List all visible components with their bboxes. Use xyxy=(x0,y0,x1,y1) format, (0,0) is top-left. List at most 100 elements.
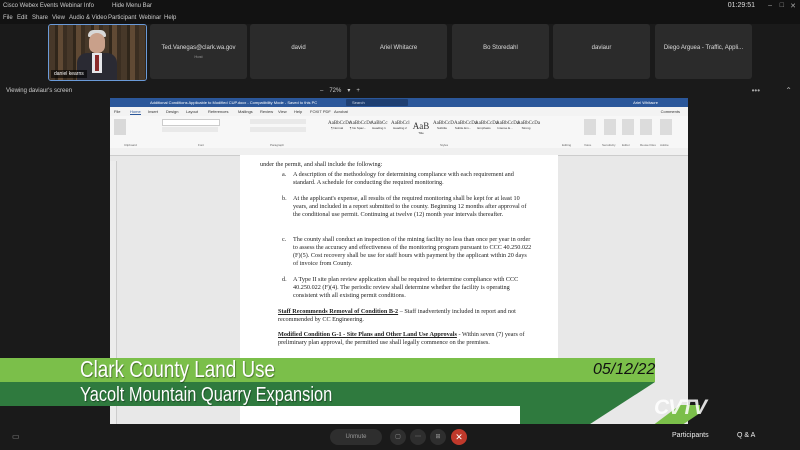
style-gallery-item[interactable]: AaBbCcDa Intense E... xyxy=(496,121,519,136)
style-gallery-item[interactable]: AaBbCcDc ¶ Normal xyxy=(328,121,351,136)
word-user-name: Ariel Whitacre xyxy=(633,100,658,105)
style-label: Heading 2 xyxy=(393,126,407,130)
tab-review[interactable]: Review xyxy=(260,109,273,114)
tab-view[interactable]: View xyxy=(278,109,287,114)
more-options-icon[interactable]: ••• xyxy=(752,86,760,95)
apps-icon[interactable]: ⊞ xyxy=(430,429,446,445)
share-toolbar: Viewing daviaur's screen – 72% ▾ + ••• ⌃ xyxy=(0,86,800,98)
paragraph-b: At the applicant's expense, all results … xyxy=(293,195,527,218)
unmute-label: Unmute xyxy=(345,434,367,440)
participant-video-tile[interactable]: daniel kearns xyxy=(48,24,147,81)
paragraph-d: A Type II site plan review application s… xyxy=(293,276,519,299)
tab-file[interactable]: File xyxy=(114,109,120,114)
list-marker: c. xyxy=(282,236,287,243)
ribbon-group-label: Font xyxy=(198,143,205,147)
webinar-info-button[interactable]: Webinar Info xyxy=(60,3,94,9)
list-marker: b. xyxy=(282,195,287,202)
style-gallery-item[interactable]: AaBbCcDa Subtle Em... xyxy=(454,121,477,136)
menu-item-help[interactable]: Help xyxy=(164,15,176,21)
tab-foxit-pdf[interactable]: FOXIT PDF xyxy=(310,109,331,114)
participant-tile[interactable]: Ted.Vanegas@clark.wa.gov Host xyxy=(150,24,247,79)
style-gallery-item[interactable]: AaBbCcDc ¶ No Spac... xyxy=(349,121,372,136)
word-search-placeholder: Search xyxy=(352,100,365,105)
viewing-label: Viewing daviaur's screen xyxy=(6,88,73,94)
style-label: Subtitle xyxy=(436,126,447,130)
app-name: Cisco Webex Events xyxy=(3,3,59,9)
menu-item-file[interactable]: File xyxy=(3,15,13,21)
participant-strip: daniel kearns Ted.Vanegas@clark.wa.gov H… xyxy=(0,24,800,84)
tab-mailings[interactable]: Mailings xyxy=(238,109,253,114)
tab-help[interactable]: Help xyxy=(294,109,302,114)
zoom-level[interactable]: 72% xyxy=(329,88,341,94)
participant-name: daviaur xyxy=(591,45,612,51)
tab-home[interactable]: Home xyxy=(130,109,141,115)
ribbon-group-label: Paragraph xyxy=(270,143,285,147)
paragraph-modified: Modified Condition G-1 - Site Plans and … xyxy=(278,331,543,347)
participant-tile[interactable]: Ariel Whitacre xyxy=(350,24,447,79)
maximize-icon[interactable]: □ xyxy=(780,2,784,9)
participant-tile[interactable]: daviaur xyxy=(553,24,650,79)
participant-name: Ariel Whitacre xyxy=(379,45,418,51)
style-gallery-item[interactable]: AaBbCcD Subtitle xyxy=(433,121,454,136)
style-label: Heading 1 xyxy=(372,126,386,130)
ribbon-group-label: Adobe xyxy=(660,143,669,147)
tab-insert[interactable]: Insert xyxy=(148,109,158,114)
style-label: Title xyxy=(418,131,424,135)
tab-acrobat[interactable]: Acrobat xyxy=(334,109,348,114)
participant-tile[interactable]: Bo Storedahl xyxy=(452,24,549,79)
menu-item-webinar[interactable]: Webinar xyxy=(139,15,161,21)
reuse-files-icon[interactable] xyxy=(640,119,652,135)
menu-item-audio-video[interactable]: Audio & Video xyxy=(69,15,107,21)
paragraph-a: A description of the methodology for det… xyxy=(293,171,514,186)
share-icon[interactable]: ▢ xyxy=(390,429,406,445)
zoom-control: – 72% ▾ + xyxy=(320,87,360,95)
removal-heading: Staff Recommends Removal of Condition B-… xyxy=(278,308,399,315)
chevron-down-icon[interactable]: ▾ xyxy=(347,87,350,94)
collapse-icon[interactable]: ⌃ xyxy=(785,86,792,95)
editor-icon[interactable] xyxy=(622,119,634,135)
lower-third-subtitle: Yacolt Mountain Quarry Expansion xyxy=(80,384,333,406)
participants-button[interactable]: Participants xyxy=(672,432,709,439)
participant-tile[interactable]: Diego Arguea - Traffic, Appli... xyxy=(655,24,752,79)
tab-references[interactable]: References xyxy=(208,109,228,114)
more-icon[interactable]: ⋯ xyxy=(410,429,426,445)
menu-item-edit[interactable]: Edit xyxy=(17,15,27,21)
paragraph-removal: Staff Recommends Removal of Condition B-… xyxy=(278,308,543,324)
style-sample: AaB xyxy=(412,121,430,131)
zoom-in-icon[interactable]: + xyxy=(356,88,360,94)
menu-item-share[interactable]: Share xyxy=(32,15,48,21)
style-gallery-item[interactable]: AaBbCcDa Strong xyxy=(517,121,540,136)
minimize-icon[interactable]: – xyxy=(768,2,772,9)
participant-tile[interactable]: david xyxy=(250,24,347,79)
hide-menu-button[interactable]: Hide Menu Bar xyxy=(112,3,152,9)
style-gallery-item[interactable]: AaBbCcDa Emphasis xyxy=(475,121,498,136)
adobe-icon[interactable] xyxy=(660,119,672,135)
participant-name: david xyxy=(291,45,306,51)
style-gallery-item[interactable]: AaBbCcl Heading 2 xyxy=(391,121,410,136)
tab-layout[interactable]: Layout xyxy=(186,109,198,114)
menu-item-participant[interactable]: Participant xyxy=(108,15,136,21)
comments-button[interactable]: Comments xyxy=(661,109,680,114)
sensitivity-icon[interactable] xyxy=(604,119,616,135)
style-gallery-item[interactable]: AaBbCc Heading 1 xyxy=(370,121,388,136)
close-icon[interactable]: ✕ xyxy=(790,2,796,10)
tab-design[interactable]: Design xyxy=(166,109,178,114)
channel-logo: CVTV xyxy=(654,396,707,419)
style-label: Emphasis xyxy=(477,126,491,130)
paragraph-row xyxy=(250,119,306,124)
lower-third-date: 05/12/22 xyxy=(593,361,656,378)
leave-meeting-button[interactable]: ✕ xyxy=(451,429,467,445)
ribbon-group-label: Voice xyxy=(584,143,592,147)
unmute-button[interactable]: Unmute xyxy=(330,429,382,445)
style-gallery-item[interactable]: AaB Title xyxy=(412,121,430,136)
chat-icon[interactable]: ▭ xyxy=(12,432,20,441)
word-search-box[interactable]: Search xyxy=(346,99,408,106)
font-name-select[interactable] xyxy=(162,119,220,126)
ribbon-group-label: Clipboard xyxy=(124,143,137,147)
ribbon-group-label: Styles xyxy=(440,143,449,147)
dictate-icon[interactable] xyxy=(584,119,596,135)
paste-icon[interactable] xyxy=(114,119,126,135)
menu-item-view[interactable]: View xyxy=(52,15,65,21)
qa-button[interactable]: Q & A xyxy=(737,432,755,439)
zoom-out-icon[interactable]: – xyxy=(320,88,323,94)
